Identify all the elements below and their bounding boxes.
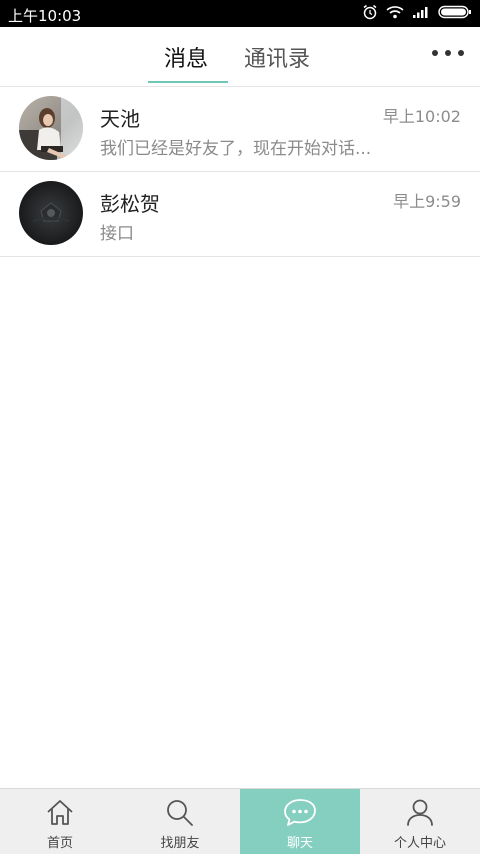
alarm-icon [362, 4, 378, 20]
status-time: 上午10:03 [8, 7, 82, 25]
nav-profile[interactable]: 个人中心 [360, 789, 480, 854]
nav-label: 首页 [46, 836, 73, 851]
signal-icon [412, 5, 430, 19]
message-preview: 我们已经是好友了，现在开始对话... [100, 139, 372, 159]
photo-avatar-girl [19, 96, 83, 160]
message-time: 早上10:02 [382, 107, 461, 126]
nav-label: 聊天 [286, 836, 313, 851]
message-time: 早上9:59 [393, 192, 461, 211]
conversation-list: 天池 我们已经是好友了，现在开始对话... 早上10:02 彭松贺 接口 早上9… [0, 87, 480, 257]
message-preview: 接口 [100, 224, 134, 244]
tab-messages[interactable]: 消息 [164, 41, 208, 73]
nav-chat[interactable]: 聊天 [240, 789, 360, 854]
search-icon [165, 798, 195, 830]
top-header: 消息 通讯录 [0, 27, 480, 87]
tab-contacts[interactable]: 通讯录 [244, 41, 310, 73]
photo-avatar-dark [19, 181, 83, 245]
nav-label: 找朋友 [160, 836, 200, 851]
home-icon [45, 798, 75, 830]
more-dots-icon[interactable] [432, 50, 464, 56]
chat-bubble-icon [283, 798, 317, 830]
battery-icon [438, 5, 472, 19]
contact-name: 天池 [100, 107, 140, 131]
bottom-nav: 首页 找朋友 聊天 个人中心 [0, 788, 480, 854]
conversation-row-tianchi[interactable]: 天池 我们已经是好友了，现在开始对话... 早上10:02 [0, 87, 480, 172]
contact-name: 彭松贺 [100, 192, 160, 216]
nav-home[interactable]: 首页 [0, 789, 120, 854]
nav-label: 个人中心 [393, 836, 446, 851]
status-bar: 上午10:03 [0, 0, 480, 27]
active-tab-indicator [148, 81, 228, 83]
conversation-row-pengsonghe[interactable]: 彭松贺 接口 早上9:59 [0, 172, 480, 257]
wifi-icon [386, 5, 404, 19]
person-icon [405, 798, 435, 830]
status-icons [362, 4, 472, 20]
nav-find-friends[interactable]: 找朋友 [120, 789, 240, 854]
